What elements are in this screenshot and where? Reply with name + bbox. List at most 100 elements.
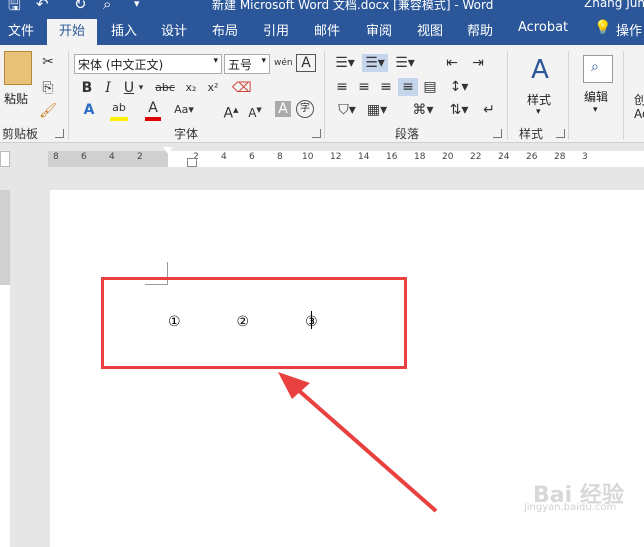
- text-effects-icon[interactable]: A: [80, 101, 98, 119]
- redo-icon[interactable]: ↻: [74, 0, 87, 12]
- multilevel-list-icon[interactable]: ☰▾: [393, 54, 417, 72]
- line-spacing-icon[interactable]: ↕▾: [447, 78, 471, 96]
- tab-selector[interactable]: [0, 151, 10, 167]
- font-name-select[interactable]: 宋体 (中文正文) ▾: [74, 54, 222, 74]
- ruler-number: 14: [358, 152, 370, 162]
- font-size-select[interactable]: 五号 ▾: [224, 54, 270, 74]
- styles-icon[interactable]: A: [524, 53, 556, 87]
- increase-indent-icon[interactable]: ⇥: [469, 54, 487, 72]
- tab-help[interactable]: 帮助: [467, 20, 493, 39]
- paste-icon[interactable]: [4, 51, 32, 85]
- tab-view[interactable]: 视图: [417, 20, 443, 39]
- font-name-value: 宋体 (中文正文): [78, 58, 164, 72]
- vertical-ruler[interactable]: [0, 190, 10, 547]
- user-name[interactable]: Zhang Jun: [584, 0, 644, 10]
- tab-acrobat[interactable]: Acrobat: [518, 20, 568, 35]
- undo-icon[interactable]: ↶: [36, 0, 49, 12]
- ruler-number: 12: [330, 152, 342, 162]
- editing-button[interactable]: 编辑: [584, 88, 608, 105]
- chevron-down-icon[interactable]: ▾: [593, 105, 598, 115]
- numbering-icon[interactable]: ☰▾: [362, 54, 388, 72]
- paste-button[interactable]: 粘贴: [4, 90, 28, 107]
- change-case-icon[interactable]: Aa▾: [170, 101, 198, 119]
- title-bar: 🖫 ↶ ↻ ⌕ ▾ 新建 Microsoft Word 文档.docx [兼容模…: [0, 0, 644, 12]
- show-marks-icon[interactable]: ↵: [480, 101, 498, 119]
- shading-icon[interactable]: ⛉▾: [335, 101, 359, 119]
- clear-formatting-icon[interactable]: ⌫: [232, 79, 252, 97]
- shrink-font-icon[interactable]: A▼: [246, 101, 264, 122]
- ruler-number: 2: [137, 152, 143, 162]
- group-divider: [507, 51, 508, 139]
- bold-icon[interactable]: B: [80, 79, 94, 97]
- character-shading-icon[interactable]: A: [275, 101, 291, 117]
- subscript-icon[interactable]: x₂: [182, 79, 200, 97]
- underline-icon[interactable]: U: [122, 79, 136, 97]
- copy-icon[interactable]: ⎘: [39, 79, 57, 97]
- justify-icon[interactable]: ≡: [398, 78, 418, 96]
- ribbon: 粘贴 ✂ ⎘ 🖌 剪贴板 宋体 (中文正文) ▾ 五号 ▾ wén A B I …: [0, 45, 644, 143]
- ruler-margin: [48, 151, 168, 167]
- ruler-number: 10: [302, 152, 314, 162]
- format-painter-icon[interactable]: 🖌: [39, 102, 57, 120]
- superscript-icon[interactable]: x²: [204, 79, 222, 97]
- grow-font-icon[interactable]: A▲: [222, 101, 240, 123]
- chevron-down-icon: ▾: [261, 56, 266, 66]
- ruler-number: 26: [526, 152, 538, 162]
- clipboard-dialog-launcher[interactable]: [55, 129, 64, 138]
- font-dialog-launcher[interactable]: [312, 129, 321, 138]
- acrobat-label: Ad: [634, 107, 644, 121]
- tab-home[interactable]: 开始: [47, 19, 98, 45]
- align-left-icon[interactable]: ≡: [333, 78, 351, 96]
- customize-toolbar-icon[interactable]: ▾: [134, 0, 140, 10]
- phonetic-guide-icon[interactable]: wén: [274, 54, 293, 72]
- first-line-indent-marker[interactable]: [163, 147, 173, 154]
- ruler-number: 16: [386, 152, 398, 162]
- print-preview-icon[interactable]: ⌕: [103, 0, 111, 12]
- tab-mailings[interactable]: 邮件: [314, 20, 340, 39]
- font-group-label: 字体: [174, 127, 199, 141]
- styles-button[interactable]: 样式: [527, 91, 551, 108]
- chevron-down-icon[interactable]: ▾: [136, 79, 146, 97]
- bullets-icon[interactable]: ☰▾: [333, 54, 357, 72]
- tab-insert[interactable]: 插入: [111, 20, 137, 39]
- align-center-icon[interactable]: ≡: [355, 78, 373, 96]
- horizontal-ruler[interactable]: 8 6 4 2 2 4 6 8 10 12 14 16 18 20 22 24 …: [0, 143, 644, 167]
- font-color-icon[interactable]: A: [145, 99, 161, 121]
- cut-icon[interactable]: ✂: [39, 53, 57, 71]
- tab-references[interactable]: 引用: [263, 20, 289, 39]
- distributed-icon[interactable]: ▤: [421, 78, 439, 96]
- paragraph-dialog-launcher[interactable]: [493, 129, 502, 138]
- ruler-number: 4: [221, 152, 227, 162]
- group-divider: [68, 51, 69, 139]
- tab-design[interactable]: 设计: [161, 20, 187, 39]
- document-page[interactable]: ① ② ③ Bai 经验 jingyan.baidu.com: [50, 190, 644, 547]
- chinese-layout-icon[interactable]: ⌘▾: [409, 101, 437, 119]
- hanging-indent-marker[interactable]: [187, 158, 197, 167]
- ruler-number: 6: [249, 152, 255, 162]
- align-right-icon[interactable]: ≡: [377, 78, 395, 96]
- styles-group-label: 样式: [519, 127, 544, 141]
- chevron-down-icon[interactable]: ▾: [536, 107, 541, 117]
- sort-icon[interactable]: ⇅▾: [447, 101, 471, 119]
- strikethrough-icon[interactable]: abc: [154, 79, 176, 97]
- decrease-indent-icon[interactable]: ⇤: [443, 54, 461, 72]
- annotation-highlight-box: [101, 277, 407, 369]
- tab-layout[interactable]: 布局: [212, 20, 238, 39]
- tab-review[interactable]: 审阅: [366, 20, 392, 39]
- ribbon-tabs: 文件 开始 插入 设计 布局 引用 邮件 审阅 视图 帮助 Acrobat 💡 …: [0, 12, 644, 45]
- tab-file[interactable]: 文件: [8, 20, 34, 39]
- highlight-color-icon[interactable]: ab: [110, 99, 128, 121]
- tab-tell-me[interactable]: 操作: [616, 20, 642, 39]
- save-icon[interactable]: 🖫: [8, 0, 21, 12]
- styles-dialog-launcher[interactable]: [556, 129, 565, 138]
- borders-icon[interactable]: ▦▾: [365, 101, 389, 119]
- chevron-down-icon: ▾: [213, 56, 218, 66]
- italic-icon[interactable]: I: [101, 79, 115, 97]
- lightbulb-icon[interactable]: 💡: [594, 20, 611, 36]
- window-title: 新建 Microsoft Word 文档.docx [兼容模式] - Word: [212, 0, 494, 12]
- enclose-characters-icon[interactable]: 字: [296, 100, 314, 118]
- ruler-number: 3: [582, 152, 588, 162]
- character-border-icon[interactable]: A: [296, 54, 316, 72]
- clipboard-group-label: 剪贴板: [2, 127, 39, 141]
- search-icon[interactable]: ⌕: [583, 55, 613, 83]
